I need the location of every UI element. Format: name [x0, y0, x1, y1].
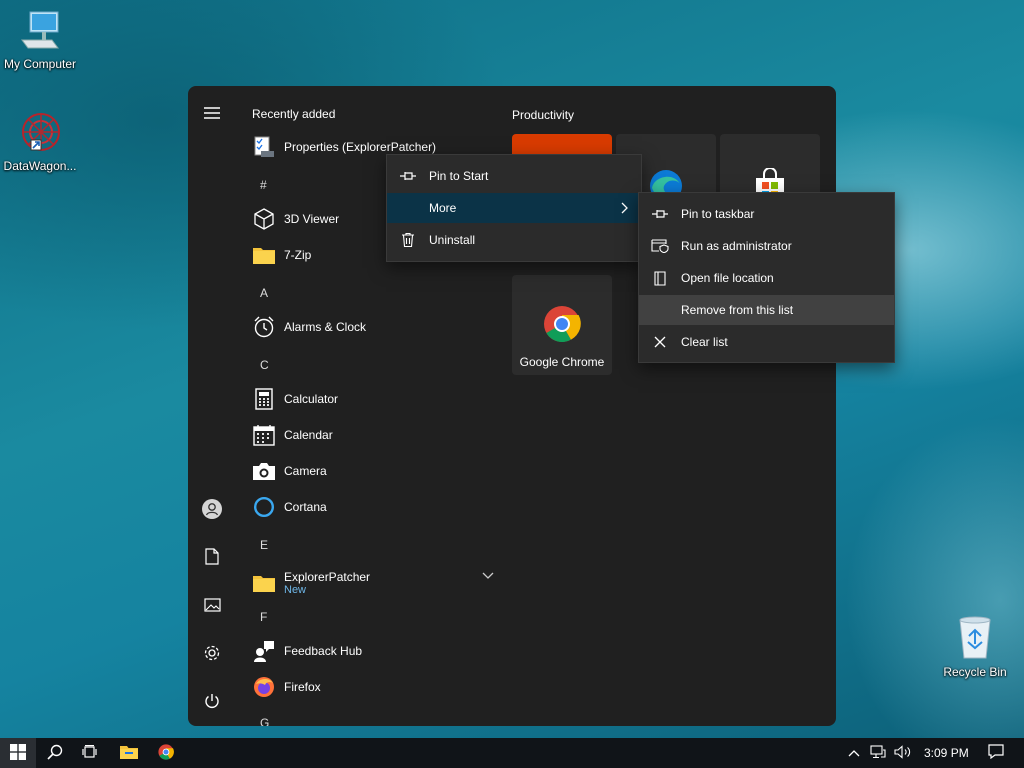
group-letter[interactable]: C [260, 358, 269, 372]
tile-label: Google Chrome [519, 355, 605, 369]
desktop-icon-my-computer[interactable]: My Computer [0, 10, 80, 71]
app-name: ExplorerPatcher [284, 570, 371, 584]
new-badge: New [284, 584, 307, 596]
picture-icon [203, 597, 221, 615]
desktop-icon-label: My Computer [3, 57, 77, 71]
menu-item-pin-to-start[interactable]: Pin to Start [387, 161, 641, 191]
camera-icon [252, 459, 276, 483]
calendar-icon [252, 423, 276, 447]
user-avatar-icon [202, 498, 222, 522]
app-item-camera[interactable]: Camera [252, 455, 492, 487]
task-view-icon [82, 744, 98, 762]
pin-icon [387, 170, 429, 182]
start-button[interactable] [0, 738, 36, 768]
shield-window-icon [639, 239, 681, 253]
network-button[interactable] [866, 738, 890, 768]
show-hidden-icons-button[interactable] [842, 738, 866, 768]
group-letter[interactable]: E [260, 538, 268, 552]
folder-icon [120, 745, 138, 762]
firefox-icon [252, 675, 276, 699]
feedback-hub-icon [252, 639, 276, 663]
desktop-icon-recycle-bin[interactable]: Recycle Bin [935, 614, 1015, 679]
app-item-cortana[interactable]: Cortana [252, 491, 492, 523]
file-explorer-button[interactable] [111, 738, 147, 768]
power-button[interactable] [200, 690, 224, 714]
app-item-calendar[interactable]: Calendar [252, 419, 492, 451]
group-letter[interactable]: F [260, 610, 267, 624]
task-view-button[interactable] [72, 738, 108, 768]
tile-google-chrome[interactable]: Google Chrome [512, 275, 612, 375]
menu-item-more[interactable]: More [387, 193, 641, 223]
app-item-calculator[interactable]: Calculator [252, 383, 492, 415]
more-submenu: Pin to taskbar Run as administrator Open… [638, 192, 895, 363]
desktop-icon-label: DataWagon... [3, 159, 77, 173]
folder-icon [252, 243, 276, 267]
shortcut-app-icon [0, 110, 80, 157]
volume-button[interactable] [890, 738, 916, 768]
app-item-alarms-clock[interactable]: Alarms & Clock [252, 311, 492, 343]
group-letter[interactable]: A [260, 286, 268, 300]
properties-icon [252, 135, 276, 159]
chevron-right-icon [621, 202, 629, 217]
app-item-explorerpatcher[interactable]: ExplorerPatcher New [252, 563, 494, 603]
context-menu: Pin to Start More Uninstall [386, 154, 642, 262]
documents-button[interactable] [200, 546, 224, 570]
computer-icon [0, 10, 80, 55]
chrome-icon [158, 743, 174, 763]
menu-item-open-file-location[interactable]: Open file location [639, 263, 894, 293]
menu-item-remove-from-this-list[interactable]: Remove from this list [639, 295, 894, 325]
notification-icon [988, 744, 1004, 762]
hamburger-icon [204, 106, 220, 122]
menu-item-clear-list[interactable]: Clear list [639, 327, 894, 357]
hamburger-menu-button[interactable] [200, 102, 224, 126]
user-account-button[interactable] [200, 498, 224, 522]
desktop-icon-label: Recycle Bin [943, 665, 1007, 679]
speaker-icon [894, 744, 912, 762]
chrome-taskbar-button[interactable] [148, 738, 184, 768]
search-icon [47, 744, 63, 763]
group-letter[interactable]: # [260, 178, 267, 192]
taskbar: 3:09 PM [0, 738, 1024, 768]
pin-icon [639, 208, 681, 220]
windows-logo-icon [10, 743, 26, 763]
desktop-icon-datawagon[interactable]: DataWagon... [0, 110, 80, 173]
folder-icon [252, 571, 276, 595]
chevron-down-icon[interactable] [482, 569, 494, 583]
menu-item-pin-to-taskbar[interactable]: Pin to taskbar [639, 199, 894, 229]
close-icon [639, 336, 681, 348]
clock[interactable]: 3:09 PM [924, 738, 969, 768]
recently-added-heading: Recently added [252, 107, 336, 121]
group-letter[interactable]: G [260, 716, 269, 726]
start-rail [188, 86, 236, 726]
recycle-bin-icon [935, 614, 1015, 663]
calculator-icon [252, 387, 276, 411]
search-button[interactable] [37, 738, 73, 768]
action-center-button[interactable] [980, 738, 1012, 768]
pictures-button[interactable] [200, 594, 224, 618]
cube-icon [252, 207, 276, 231]
cortana-icon [252, 495, 276, 519]
menu-item-run-as-administrator[interactable]: Run as administrator [639, 231, 894, 261]
network-icon [870, 744, 886, 762]
app-item-feedback-hub[interactable]: Feedback Hub [252, 635, 492, 667]
alarm-clock-icon [252, 315, 276, 339]
document-icon [205, 548, 219, 568]
power-icon [204, 693, 220, 712]
settings-button[interactable] [200, 642, 224, 666]
file-location-icon [639, 270, 681, 286]
chrome-icon [543, 305, 581, 346]
chevron-up-icon [848, 746, 860, 760]
productivity-heading[interactable]: Productivity [512, 108, 574, 122]
trash-icon [387, 233, 429, 247]
app-item-firefox[interactable]: Firefox [252, 671, 492, 703]
menu-item-uninstall[interactable]: Uninstall [387, 225, 641, 255]
gear-icon [203, 644, 221, 665]
